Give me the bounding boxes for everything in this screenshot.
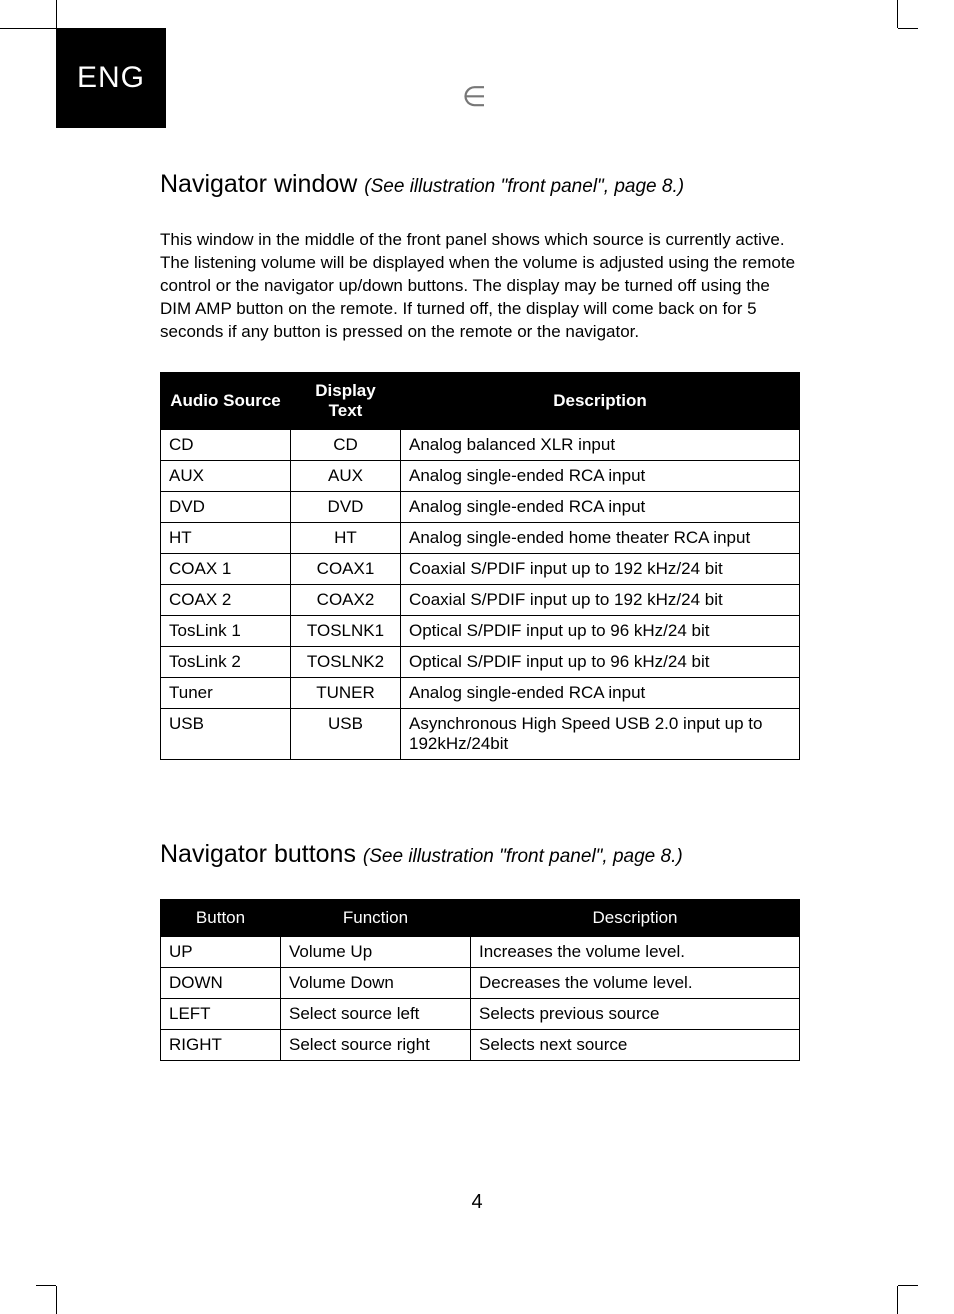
table-row: COAX 2COAX2Coaxial S/PDIF input up to 19… [161, 584, 800, 615]
crop-mark [0, 28, 56, 29]
table-cell: DVD [291, 491, 401, 522]
col-description: Description [401, 372, 800, 429]
col-button: Button [161, 899, 281, 936]
table-cell: Decreases the volume level. [471, 967, 800, 998]
table-row: DOWNVolume DownDecreases the volume leve… [161, 967, 800, 998]
table-cell: LEFT [161, 998, 281, 1029]
table-header-row: Audio Source Display Text Description [161, 372, 800, 429]
crop-mark [897, 0, 898, 28]
table-cell: Volume Up [281, 936, 471, 967]
crop-mark [56, 1286, 57, 1314]
col-audio-source: Audio Source [161, 372, 291, 429]
table-cell: Analog single-ended RCA input [401, 460, 800, 491]
table-cell: Optical S/PDIF input up to 96 kHz/24 bit [401, 646, 800, 677]
crop-mark [898, 1285, 918, 1286]
navigator-buttons-table: Button Function Description UPVolume UpI… [160, 899, 800, 1061]
table-row: TunerTUNERAnalog single-ended RCA input [161, 677, 800, 708]
table-cell: Increases the volume level. [471, 936, 800, 967]
table-cell: Coaxial S/PDIF input up to 192 kHz/24 bi… [401, 584, 800, 615]
crop-mark [897, 1286, 898, 1314]
heading-reference: (See illustration "front panel", page 8.… [363, 846, 683, 867]
table-cell: Tuner [161, 677, 291, 708]
crop-mark [36, 1285, 56, 1286]
table-row: UPVolume UpIncreases the volume level. [161, 936, 800, 967]
table-cell: Selects previous source [471, 998, 800, 1029]
table-cell: USB [291, 708, 401, 759]
table-cell: TosLink 2 [161, 646, 291, 677]
heading-text: Navigator window [160, 170, 357, 198]
table-cell: COAX1 [291, 553, 401, 584]
table-cell: Analog balanced XLR input [401, 429, 800, 460]
table-cell: TUNER [291, 677, 401, 708]
table-cell: COAX 2 [161, 584, 291, 615]
table-cell: TosLink 1 [161, 615, 291, 646]
table-cell: Analog single-ended home theater RCA inp… [401, 522, 800, 553]
crop-mark [56, 0, 57, 28]
crop-mark [898, 28, 918, 29]
table-row: DVDDVDAnalog single-ended RCA input [161, 491, 800, 522]
table-cell: DOWN [161, 967, 281, 998]
table-cell: COAX2 [291, 584, 401, 615]
section-heading-navigator-buttons: Navigator buttons (See illustration "fro… [160, 840, 800, 869]
table-cell: Selects next source [471, 1029, 800, 1060]
page-content: Navigator window (See illustration "fron… [160, 170, 800, 1061]
heading-reference: (See illustration "front panel", page 8.… [364, 176, 684, 197]
table-cell: RIGHT [161, 1029, 281, 1060]
table-row: RIGHTSelect source rightSelects next sou… [161, 1029, 800, 1060]
table-row: TosLink 2TOSLNK2Optical S/PDIF input up … [161, 646, 800, 677]
table-cell: Asynchronous High Speed USB 2.0 input up… [401, 708, 800, 759]
table-cell: HT [291, 522, 401, 553]
table-cell: DVD [161, 491, 291, 522]
table-cell: Select source right [281, 1029, 471, 1060]
table-header-row: Button Function Description [161, 899, 800, 936]
audio-source-table: Audio Source Display Text Description CD… [160, 372, 800, 760]
table-row: LEFTSelect source leftSelects previous s… [161, 998, 800, 1029]
table-cell: Analog single-ended RCA input [401, 677, 800, 708]
col-display-text: Display Text [291, 372, 401, 429]
table-row: CDCDAnalog balanced XLR input [161, 429, 800, 460]
document-page: ENG ∈ Navigator window (See illustration… [0, 0, 954, 1314]
table-cell: AUX [291, 460, 401, 491]
col-description: Description [471, 899, 800, 936]
table-cell: Select source left [281, 998, 471, 1029]
heading-text: Navigator buttons [160, 840, 356, 868]
language-badge: ENG [56, 28, 166, 128]
table-cell: Analog single-ended RCA input [401, 491, 800, 522]
table-cell: UP [161, 936, 281, 967]
table-cell: HT [161, 522, 291, 553]
table-cell: COAX 1 [161, 553, 291, 584]
table-row: TosLink 1TOSLNK1Optical S/PDIF input up … [161, 615, 800, 646]
table-cell: USB [161, 708, 291, 759]
section1-paragraph: This window in the middle of the front p… [160, 229, 800, 344]
page-number: 4 [0, 1191, 954, 1214]
table-cell: TOSLNK1 [291, 615, 401, 646]
col-function: Function [281, 899, 471, 936]
table-cell: CD [161, 429, 291, 460]
table-cell: CD [291, 429, 401, 460]
table-row: COAX 1COAX1Coaxial S/PDIF input up to 19… [161, 553, 800, 584]
ce-mark-icon: ∈ [462, 80, 486, 113]
table-cell: TOSLNK2 [291, 646, 401, 677]
table-cell: Coaxial S/PDIF input up to 192 kHz/24 bi… [401, 553, 800, 584]
table-row: USBUSBAsynchronous High Speed USB 2.0 in… [161, 708, 800, 759]
table-cell: AUX [161, 460, 291, 491]
table-cell: Optical S/PDIF input up to 96 kHz/24 bit [401, 615, 800, 646]
table-row: HTHTAnalog single-ended home theater RCA… [161, 522, 800, 553]
section-heading-navigator-window: Navigator window (See illustration "fron… [160, 170, 800, 199]
table-row: AUXAUXAnalog single-ended RCA input [161, 460, 800, 491]
table-cell: Volume Down [281, 967, 471, 998]
